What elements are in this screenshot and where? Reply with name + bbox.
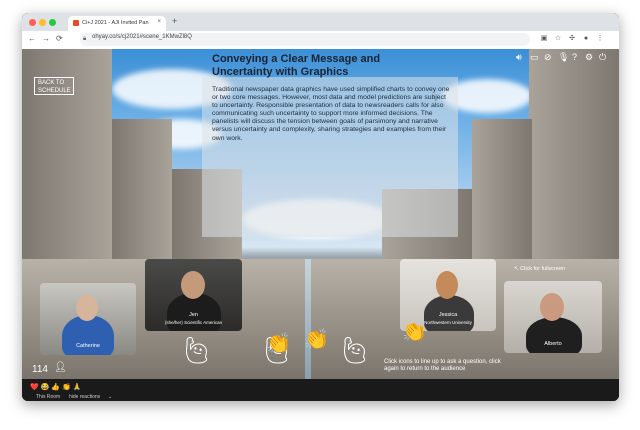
speaker-icon[interactable]: 🔊︎ bbox=[516, 52, 522, 63]
browser-tab[interactable]: Ci+J 2021 - AJI Invited Pan × bbox=[68, 16, 166, 31]
close-window-button[interactable] bbox=[29, 19, 36, 26]
extension-icon[interactable]: ✣ bbox=[568, 35, 576, 43]
clap-reaction-icon: 👏 bbox=[402, 321, 427, 343]
audience-person-icon: 👤︎ bbox=[54, 362, 67, 373]
participant-head bbox=[76, 295, 98, 321]
help-icon[interactable]: ? bbox=[572, 52, 577, 62]
clap-reaction-icon: 👏 bbox=[266, 333, 291, 355]
participant-head bbox=[436, 271, 458, 299]
heart-reaction-button[interactable]: ❤️ bbox=[30, 384, 39, 391]
back-to-schedule-label: BACK TO SCHEDULE bbox=[38, 80, 71, 94]
queue-instructions: Click icons to line up to ask a question… bbox=[384, 359, 501, 372]
this-room-label[interactable]: This Room bbox=[36, 394, 60, 400]
chevron-down-icon[interactable]: ⌄ bbox=[108, 394, 112, 400]
participant-name: Catherine bbox=[76, 343, 100, 349]
participant-name: Jen bbox=[189, 312, 198, 318]
tab-title: Ci+J 2021 - AJI Invited Pan bbox=[82, 20, 149, 26]
forward-arrow-icon[interactable]: → bbox=[42, 34, 50, 43]
leave-icon[interactable]: ⏻ bbox=[599, 52, 606, 63]
raise-hand-figure-icon[interactable]: 🙋︎ bbox=[338, 335, 371, 366]
menu-icon[interactable]: ⋮ bbox=[596, 35, 604, 43]
back-arrow-icon[interactable]: ← bbox=[28, 34, 36, 43]
settings-icon[interactable]: ⚙ bbox=[585, 52, 593, 63]
participant-head bbox=[181, 271, 205, 299]
back-to-schedule-button[interactable]: BACK TO SCHEDULE bbox=[34, 77, 74, 95]
browser-toolbar: ← → ⟳ 🔒︎ ohyay.co/s/cj2021#scene_1KMwZl8… bbox=[22, 31, 619, 50]
reload-icon[interactable]: ⟳ bbox=[56, 34, 63, 43]
session-description: Traditional newspaper data graphics have… bbox=[212, 86, 450, 142]
participant-body bbox=[526, 317, 582, 353]
browser-window: Ci+J 2021 - AJI Invited Pan × + ← → ⟳ 🔒︎… bbox=[22, 13, 619, 401]
participant-head bbox=[540, 293, 564, 321]
session-title: Conveying a Clear Message and Uncertaint… bbox=[212, 53, 381, 78]
water-channel bbox=[305, 259, 311, 379]
clap-reaction-icon: 👏 bbox=[304, 329, 329, 351]
url-text[interactable]: ohyay.co/s/cj2021#scene_1KMwZl8Q bbox=[92, 34, 192, 40]
mic-off-icon[interactable]: 🎙︎ bbox=[558, 52, 569, 63]
building-left-mid bbox=[112, 119, 172, 279]
participant-body bbox=[62, 315, 114, 355]
favicon-icon bbox=[73, 20, 79, 26]
reaction-bar: ❤️ 😂 👍 👏 🙏 bbox=[30, 383, 81, 391]
raise-hand-figure-icon[interactable]: 🙋︎ bbox=[180, 335, 213, 366]
thumbs-up-reaction-button[interactable]: 👍 bbox=[51, 384, 60, 391]
video-off-icon[interactable]: ⊘ bbox=[544, 52, 552, 63]
laugh-reaction-button[interactable]: 😂 bbox=[41, 384, 50, 391]
screen-icon[interactable]: ▭ bbox=[530, 52, 539, 63]
click-for-fullscreen-hint[interactable]: ↖ Click for fullscreen bbox=[514, 266, 565, 272]
lock-icon: 🔒︎ bbox=[83, 36, 87, 42]
building-right-mid bbox=[472, 119, 532, 279]
profile-icon[interactable]: ● bbox=[582, 35, 590, 43]
participant-name: Jessica bbox=[438, 312, 458, 318]
video-tile-alberto[interactable]: Alberto bbox=[504, 281, 602, 353]
new-tab-button[interactable]: + bbox=[172, 16, 177, 26]
maximize-window-button[interactable] bbox=[49, 19, 56, 26]
minimize-window-button[interactable] bbox=[39, 19, 46, 26]
camera-icon[interactable]: ▣ bbox=[540, 35, 548, 43]
participant-subtitle: (she/her) Scientific American bbox=[164, 320, 223, 325]
clap-reaction-button[interactable]: 👏 bbox=[62, 384, 71, 391]
tab-close-icon[interactable]: × bbox=[157, 19, 161, 25]
video-tile-jen[interactable]: Jen (she/her) Scientific American bbox=[145, 259, 242, 331]
title-bar: Ci+J 2021 - AJI Invited Pan × + bbox=[22, 13, 619, 31]
building-right-near bbox=[529, 49, 619, 289]
pray-reaction-button[interactable]: 🙏 bbox=[73, 384, 82, 391]
video-tile-catherine[interactable]: Catherine bbox=[40, 283, 136, 355]
audience-count: 114 bbox=[32, 364, 48, 375]
participant-name: Alberto bbox=[544, 341, 562, 347]
hide-reactions-toggle[interactable]: hide reactions bbox=[69, 394, 100, 400]
star-icon[interactable]: ☆ bbox=[554, 35, 562, 43]
